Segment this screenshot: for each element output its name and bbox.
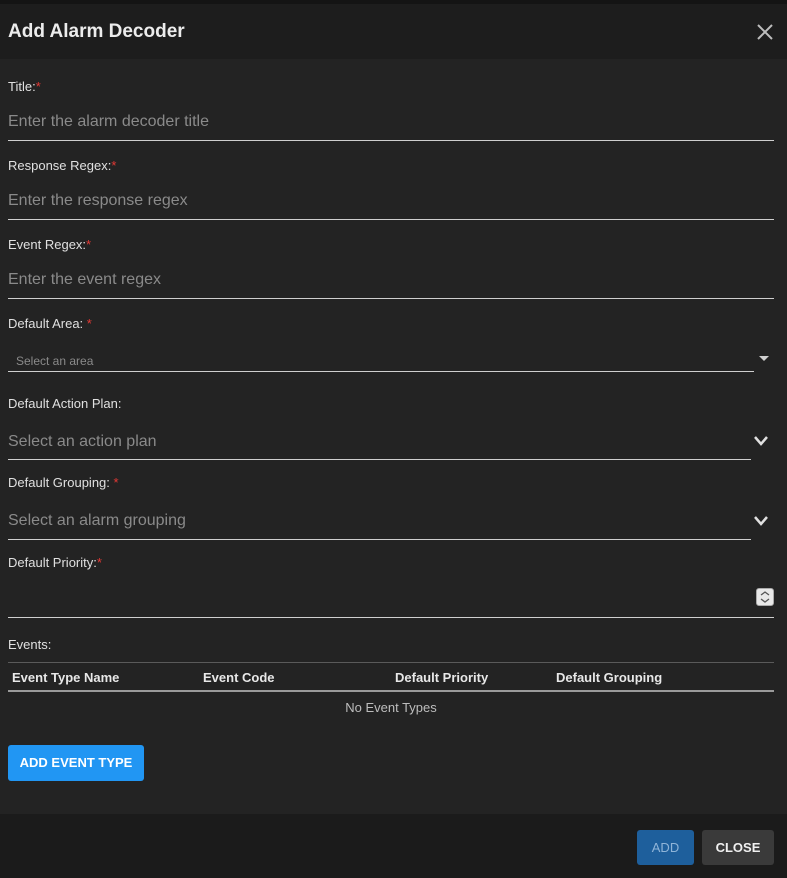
event-regex-input[interactable] <box>8 261 774 299</box>
required-mark: * <box>96 555 102 570</box>
column-header[interactable]: Event Code <box>203 670 275 685</box>
title-label: Title:* <box>8 79 41 94</box>
response-regex-field: Response Regex:* <box>8 158 774 220</box>
default-area-placeholder: Select an area <box>16 354 94 368</box>
required-mark: * <box>86 237 92 252</box>
dialog-footer: ADD CLOSE <box>0 814 787 878</box>
column-header[interactable]: Default Priority <box>395 670 488 685</box>
event-regex-field: Event Regex:* <box>8 237 774 299</box>
column-header[interactable]: Default Grouping <box>556 670 662 685</box>
default-action-plan-select[interactable]: Select an action plan <box>8 420 751 460</box>
add-alarm-decoder-dialog: Add Alarm Decoder Title:* Response Regex… <box>0 4 787 878</box>
add-event-type-button[interactable]: ADD EVENT TYPE <box>8 745 144 781</box>
required-mark: * <box>86 316 92 331</box>
dialog-title: Add Alarm Decoder <box>8 21 185 42</box>
column-header[interactable]: Event Type Name <box>12 670 119 685</box>
dialog-body: Title:* Response Regex:* Event Regex:* D… <box>0 59 787 814</box>
empty-table-message: No Event Types <box>345 700 437 715</box>
dialog-header: Add Alarm Decoder <box>0 4 787 59</box>
required-mark: * <box>113 475 119 490</box>
close-button[interactable]: CLOSE <box>702 830 774 865</box>
stepper-arrows-icon <box>760 591 770 603</box>
response-regex-input[interactable] <box>8 182 774 220</box>
caret-down-icon[interactable] <box>759 356 769 361</box>
default-action-plan-field: Default Action Plan: Select an action pl… <box>8 396 774 460</box>
close-icon[interactable] <box>755 22 775 42</box>
default-grouping-placeholder: Select an alarm grouping <box>8 512 186 529</box>
required-mark: * <box>35 79 41 94</box>
default-priority-input[interactable] <box>8 580 774 618</box>
required-mark: * <box>111 158 117 173</box>
default-grouping-label: Default Grouping: * <box>8 475 119 490</box>
table-header: Event Type Name Event Code Default Prior… <box>8 662 774 692</box>
events-label: Events: <box>8 637 52 652</box>
default-action-plan-label: Default Action Plan: <box>8 396 122 411</box>
default-area-label: Default Area: * <box>8 316 92 331</box>
title-input[interactable] <box>8 103 774 141</box>
default-priority-field: Default Priority:* <box>8 555 774 618</box>
default-grouping-field: Default Grouping: * Select an alarm grou… <box>8 475 774 540</box>
default-priority-label: Default Priority:* <box>8 555 102 570</box>
default-grouping-select[interactable]: Select an alarm grouping <box>8 499 751 540</box>
chevron-down-icon[interactable] <box>752 514 770 528</box>
chevron-down-icon[interactable] <box>752 434 770 448</box>
event-regex-label: Event Regex:* <box>8 237 92 252</box>
title-field: Title:* <box>8 79 774 141</box>
default-area-select[interactable]: Select an area <box>8 340 754 372</box>
default-area-field: Default Area: * Select an area <box>8 316 774 376</box>
add-button[interactable]: ADD <box>637 830 694 865</box>
response-regex-label: Response Regex:* <box>8 158 117 173</box>
default-action-plan-placeholder: Select an action plan <box>8 433 157 450</box>
number-stepper[interactable] <box>756 588 774 606</box>
